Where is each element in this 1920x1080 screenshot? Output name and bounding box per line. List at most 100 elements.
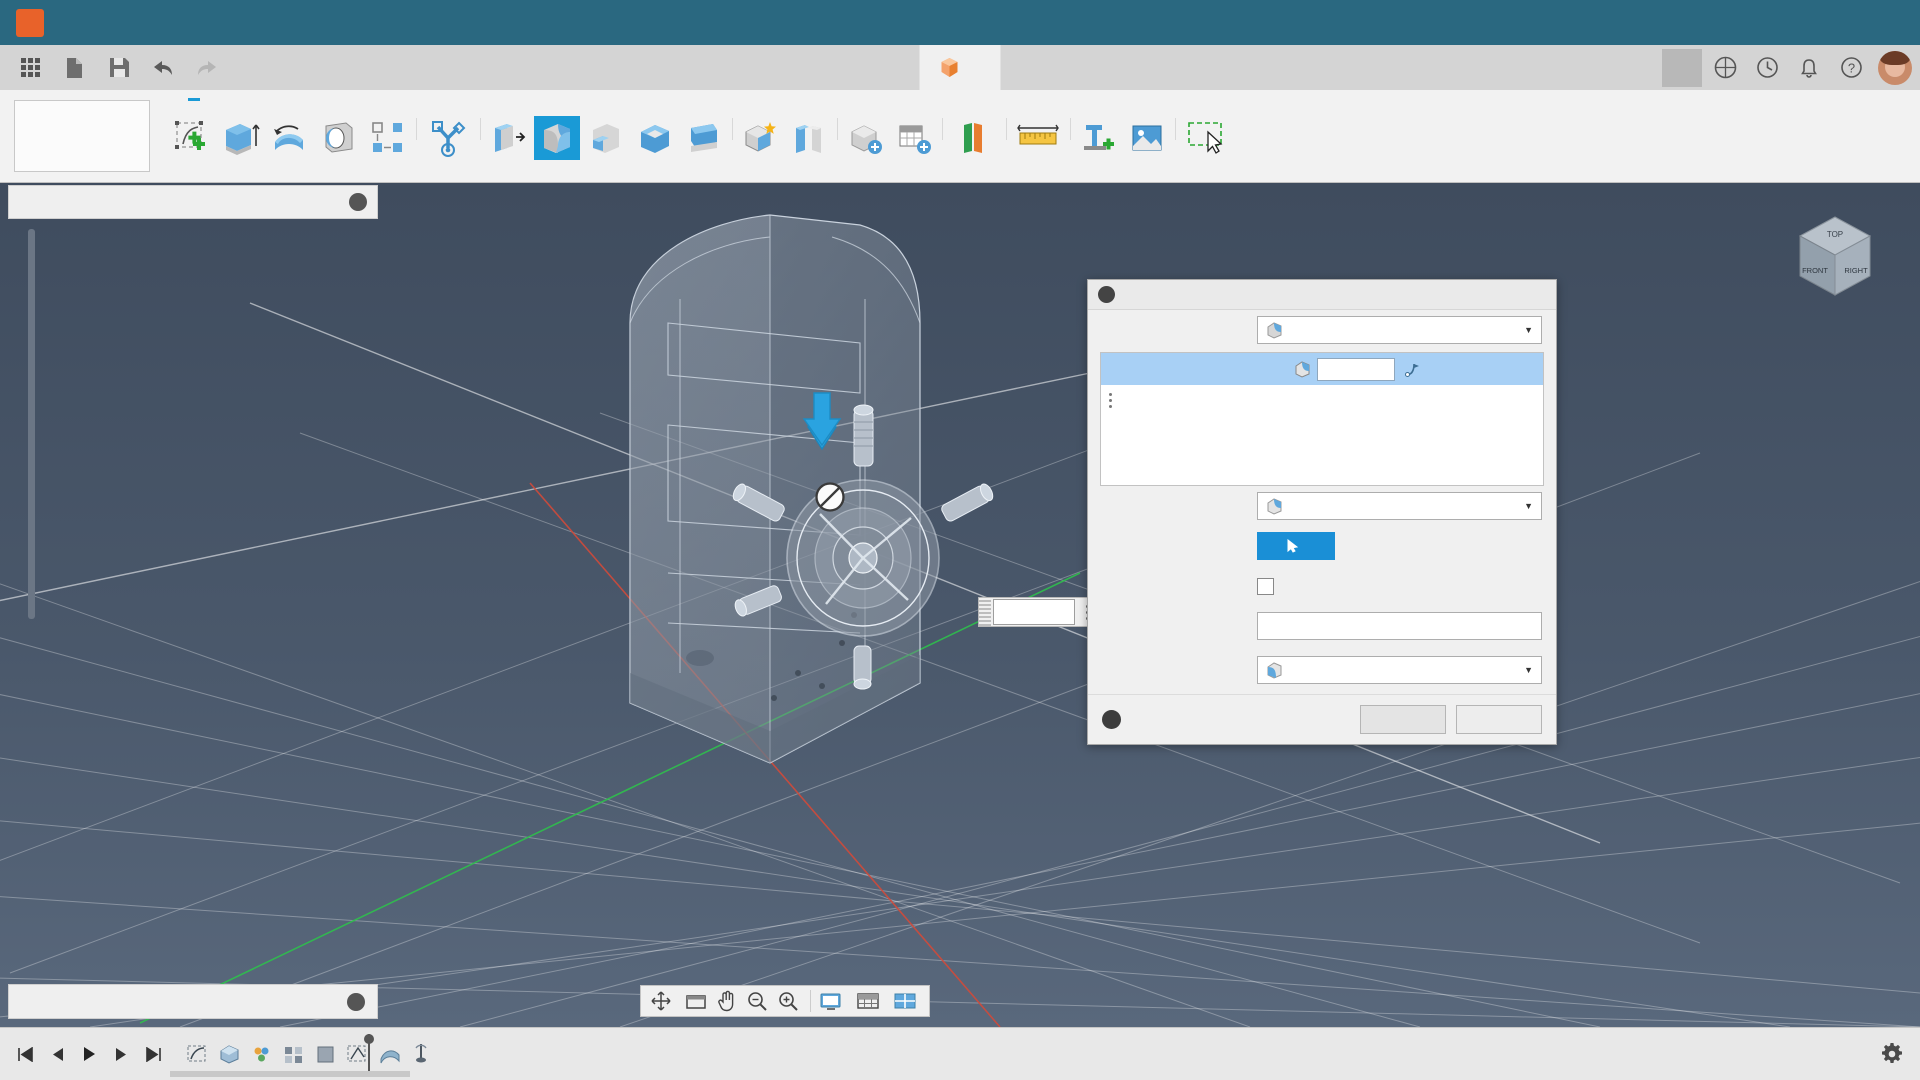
selection-row bbox=[1088, 526, 1556, 566]
offset-plane-icon[interactable] bbox=[947, 116, 1001, 160]
ribbon-tabs bbox=[172, 90, 436, 101]
document-tab[interactable] bbox=[919, 45, 1001, 90]
measure-icon[interactable] bbox=[1011, 116, 1065, 160]
chamfer-icon[interactable] bbox=[583, 116, 629, 160]
minimize-button[interactable] bbox=[1746, 0, 1804, 45]
app-grid-icon[interactable] bbox=[10, 49, 52, 87]
go-to-end-icon[interactable] bbox=[140, 1041, 166, 1067]
zoom-window-icon[interactable] bbox=[773, 986, 807, 1016]
edge-selection-row[interactable] bbox=[1101, 353, 1543, 385]
info-icon[interactable] bbox=[1102, 710, 1121, 729]
help-icon[interactable]: ? bbox=[1832, 49, 1870, 87]
chevron-down-icon[interactable]: ▼ bbox=[1524, 665, 1533, 675]
user-avatar[interactable] bbox=[1878, 50, 1912, 85]
go-to-beginning-icon[interactable] bbox=[12, 1041, 38, 1067]
press-pull-icon[interactable] bbox=[485, 116, 531, 160]
fillet-dialog[interactable]: ▼ ▼ ▼ bbox=[1087, 279, 1557, 745]
look-at-icon[interactable] bbox=[680, 986, 712, 1016]
step-forward-icon[interactable] bbox=[108, 1041, 134, 1067]
browser-scrollbar[interactable] bbox=[28, 229, 35, 619]
gear-icon[interactable] bbox=[1880, 1042, 1904, 1066]
tab-plastic[interactable] bbox=[348, 90, 392, 100]
radius-edit-box[interactable] bbox=[978, 597, 1098, 627]
extrude-icon[interactable] bbox=[218, 116, 264, 160]
sketch-feature-icon[interactable] bbox=[184, 1040, 212, 1068]
tab-surface[interactable] bbox=[216, 90, 260, 100]
new-tab-button[interactable] bbox=[1662, 48, 1702, 87]
zoom-icon[interactable] bbox=[742, 986, 773, 1016]
fillet-type-select[interactable]: ▼ bbox=[1257, 316, 1542, 344]
display-settings-icon[interactable] bbox=[814, 986, 851, 1016]
ok-button[interactable] bbox=[1360, 705, 1446, 734]
comments-panel[interactable] bbox=[8, 984, 378, 1019]
bell-icon[interactable] bbox=[1790, 49, 1828, 87]
orbit-icon[interactable] bbox=[645, 986, 680, 1016]
job-status-icon[interactable] bbox=[1748, 49, 1786, 87]
body-feature-icon[interactable] bbox=[312, 1040, 340, 1068]
corner-type-select[interactable]: ▼ bbox=[1257, 656, 1542, 684]
loft-feature-icon[interactable] bbox=[376, 1040, 404, 1068]
step-back-icon[interactable] bbox=[44, 1041, 70, 1067]
row-handle-icon[interactable] bbox=[1109, 393, 1112, 408]
radius-value-input[interactable] bbox=[993, 599, 1075, 625]
select-icon[interactable] bbox=[1180, 116, 1234, 160]
shell-icon[interactable] bbox=[632, 116, 678, 160]
add-comment-icon[interactable] bbox=[347, 992, 365, 1011]
play-icon[interactable] bbox=[76, 1041, 102, 1067]
select-button[interactable] bbox=[1257, 532, 1335, 560]
view-cube[interactable]: TOP FRONT RIGHT bbox=[1780, 203, 1890, 313]
close-button[interactable] bbox=[1862, 0, 1920, 45]
insert-canvas-icon[interactable] bbox=[1124, 116, 1170, 160]
insert-mcmaster-icon[interactable] bbox=[1075, 116, 1121, 160]
undo-icon[interactable] bbox=[142, 49, 184, 87]
viewport[interactable]: TOP FRONT RIGHT ▼ ▼ ▼ bbox=[0, 183, 1920, 1027]
extrude-feature-icon[interactable] bbox=[216, 1040, 244, 1068]
timeline-track[interactable] bbox=[170, 1071, 410, 1077]
new-component-icon[interactable] bbox=[737, 116, 783, 160]
automate-icon[interactable] bbox=[421, 116, 475, 160]
pattern-icon[interactable] bbox=[365, 116, 411, 160]
redo-icon[interactable] bbox=[186, 49, 228, 87]
save-icon[interactable] bbox=[98, 49, 140, 87]
edge-continuity[interactable] bbox=[1405, 362, 1533, 377]
tab-sheet-metal[interactable] bbox=[304, 90, 348, 100]
fillet-icon[interactable] bbox=[534, 116, 580, 160]
edge-radius-input[interactable] bbox=[1317, 357, 1395, 381]
viewcube-right-label: RIGHT bbox=[1844, 266, 1868, 275]
draft-icon[interactable] bbox=[681, 116, 727, 160]
minimize-browser-icon[interactable] bbox=[349, 193, 367, 211]
pattern-feature-icon[interactable] bbox=[280, 1040, 308, 1068]
fillet-dialog-header bbox=[1088, 280, 1556, 310]
timeline-marker[interactable] bbox=[364, 1034, 374, 1074]
configure-icon[interactable] bbox=[842, 116, 888, 160]
viewcube-front-label: FRONT bbox=[1802, 266, 1828, 275]
maximize-button[interactable] bbox=[1804, 0, 1862, 45]
workspace-selector[interactable] bbox=[14, 100, 150, 172]
extensions-icon[interactable] bbox=[1706, 49, 1744, 87]
tab-utilities[interactable] bbox=[392, 90, 436, 100]
hole-feature-icon[interactable] bbox=[408, 1040, 436, 1068]
chevron-down-icon[interactable]: ▼ bbox=[1524, 501, 1533, 511]
fillet-edges-list[interactable] bbox=[1101, 385, 1543, 449]
configure-table-icon[interactable] bbox=[891, 116, 937, 160]
tab-solid[interactable] bbox=[172, 90, 216, 101]
drag-grip-icon[interactable] bbox=[979, 598, 991, 626]
cancel-button[interactable] bbox=[1456, 705, 1542, 734]
grid-snaps-icon[interactable] bbox=[851, 986, 888, 1016]
viewports-icon[interactable] bbox=[888, 986, 925, 1016]
sweep-icon[interactable] bbox=[316, 116, 362, 160]
fillet-feature-icon[interactable] bbox=[248, 1040, 276, 1068]
collapse-dialog-icon[interactable] bbox=[1098, 286, 1115, 303]
new-document-icon[interactable] bbox=[54, 49, 96, 87]
create-sketch-icon[interactable] bbox=[169, 116, 215, 160]
tangency-weight-input[interactable] bbox=[1257, 612, 1542, 640]
revolve-icon[interactable] bbox=[267, 116, 313, 160]
arcade-cabinet-model[interactable] bbox=[560, 203, 1120, 803]
joint-icon[interactable] bbox=[786, 116, 832, 160]
timeline bbox=[0, 1027, 1920, 1080]
chevron-down-icon[interactable]: ▼ bbox=[1524, 325, 1533, 335]
radius-type-select[interactable]: ▼ bbox=[1257, 492, 1542, 520]
pan-icon[interactable] bbox=[712, 986, 742, 1016]
tangent-chain-checkbox[interactable] bbox=[1257, 577, 1274, 595]
tab-mesh[interactable] bbox=[260, 90, 304, 100]
